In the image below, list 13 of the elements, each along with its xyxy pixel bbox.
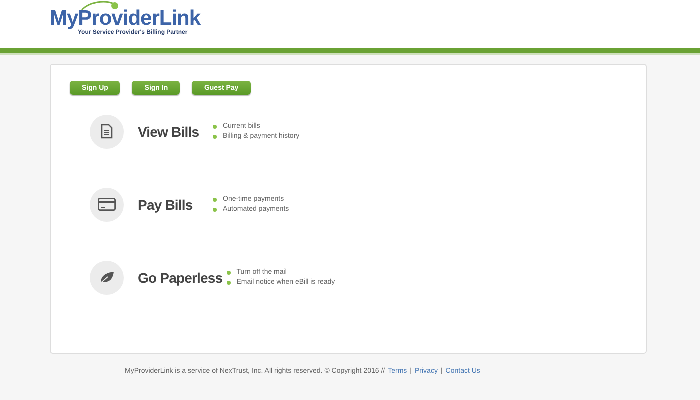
- feature-title: Go Paperless: [138, 270, 223, 286]
- bullet-icon: [213, 134, 217, 138]
- document-icon: [101, 124, 113, 139]
- bullet-icon: [213, 208, 217, 212]
- credit-card-icon: [98, 198, 116, 211]
- leaf-icon: [99, 270, 115, 284]
- logo-text[interactable]: MyProviderLink: [50, 8, 201, 30]
- bullet-icon: [213, 198, 217, 202]
- bullet-icon: [226, 280, 231, 284]
- bullet-icon: [213, 124, 217, 128]
- bullet-icon: [226, 270, 231, 274]
- feature-title: View Bills: [138, 124, 200, 140]
- feature-title: Pay Bills: [138, 196, 194, 212]
